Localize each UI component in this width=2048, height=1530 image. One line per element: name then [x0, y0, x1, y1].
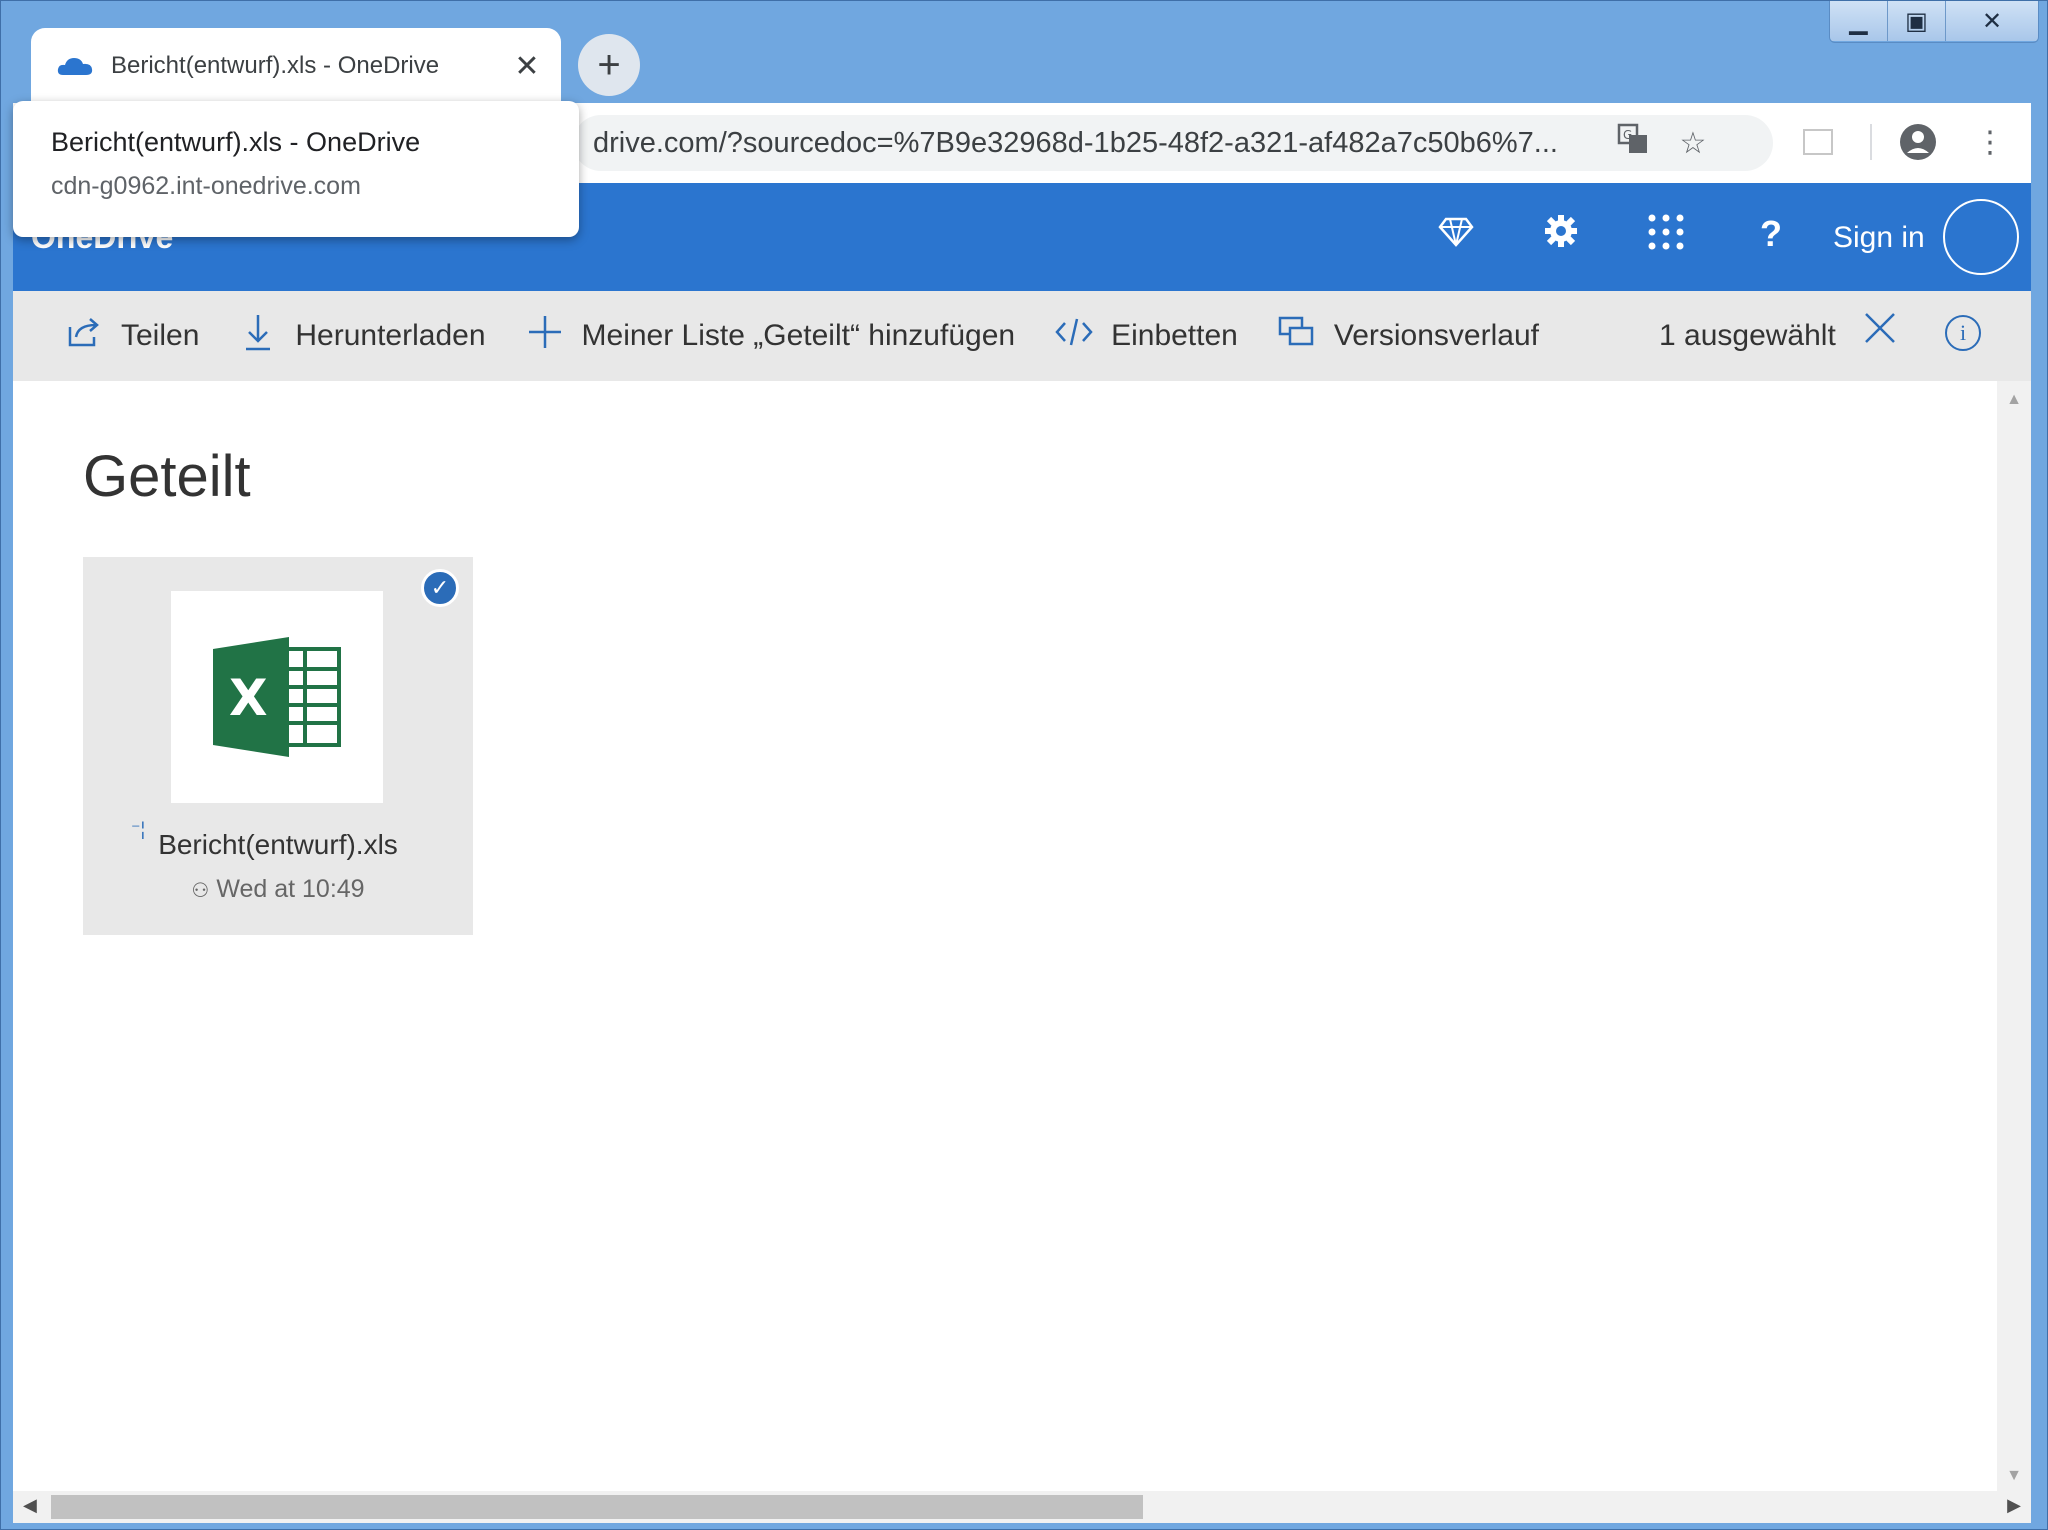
file-tile[interactable]: X ✓ ⁻¦ Bericht(entwurf).xls ⚇ Wed at 10:…	[83, 557, 473, 935]
translate-icon[interactable]: G	[1603, 123, 1663, 163]
browser-tab[interactable]: Bericht(entwurf).xls - OneDrive ✕	[31, 28, 561, 104]
add-to-shared-label: Meiner Liste „Geteilt“ hinzufügen	[581, 319, 1016, 352]
tab-hover-card: Bericht(entwurf).xls - OneDrive cdn-g096…	[13, 101, 579, 237]
file-thumbnail[interactable]: X	[171, 591, 383, 803]
version-history-icon	[1278, 316, 1316, 357]
menu-dots-icon[interactable]: ⋮	[1965, 117, 2015, 167]
clear-selection-icon[interactable]	[1863, 311, 1897, 355]
svg-text:X: X	[229, 669, 268, 727]
tab-title: Bericht(entwurf).xls - OneDrive	[111, 52, 440, 79]
bookmark-star-icon[interactable]: ☆	[1663, 126, 1723, 161]
info-icon[interactable]: i	[1945, 315, 1981, 351]
shared-people-icon: ⚇	[191, 880, 210, 902]
horizontal-scroll-thumb[interactable]	[51, 1495, 1143, 1519]
tab-close-icon[interactable]: ✕	[505, 49, 549, 84]
browser-window: ▁ ▣ ✕ Bericht(entwurf).xls - OneDrive ✕ …	[0, 0, 2048, 1530]
selection-count: 1 ausgewählt	[1659, 319, 1836, 352]
gear-icon[interactable]	[1536, 213, 1586, 258]
file-modified: ⚇ Wed at 10:49	[83, 875, 473, 904]
tab-strip-icon[interactable]	[1793, 117, 1843, 167]
scroll-left-icon[interactable]: ◀	[23, 1495, 37, 1516]
download-label: Herunterladen	[295, 319, 486, 352]
share-button[interactable]: Teilen	[65, 315, 199, 358]
help-icon[interactable]: ?	[1746, 213, 1796, 255]
share-label: Teilen	[121, 319, 200, 352]
page-title: Geteilt	[83, 444, 251, 509]
plus-icon	[526, 314, 564, 359]
hover-card-url: cdn-g0962.int-onedrive.com	[51, 172, 361, 200]
toolbar-divider	[1869, 117, 1873, 167]
selected-check-icon[interactable]: ✓	[421, 569, 459, 607]
add-to-shared-button[interactable]: Meiner Liste „Geteilt“ hinzufügen	[526, 314, 1016, 359]
sign-in-link[interactable]: Sign in	[1833, 221, 1925, 255]
embed-label: Einbetten	[1111, 319, 1238, 352]
hover-card-title: Bericht(entwurf).xls - OneDrive	[51, 127, 421, 157]
window-controls: ▁ ▣ ✕	[1829, 1, 2039, 43]
avatar[interactable]	[1943, 199, 2019, 275]
main-content: Geteilt X ✓ ⁻¦ Bericht(entwurf).xls ⚇ We…	[13, 381, 1997, 1491]
scroll-right-icon[interactable]: ▶	[2007, 1495, 2021, 1516]
horizontal-scrollbar[interactable]: ◀ ▶	[13, 1491, 2031, 1523]
minimize-button[interactable]: ▁	[1830, 1, 1888, 41]
address-url[interactable]: drive.com/?sourcedoc=%7B9e32968d-1b25-48…	[593, 127, 1603, 160]
close-window-button[interactable]: ✕	[1946, 1, 2038, 41]
embed-button[interactable]: Einbetten	[1055, 317, 1238, 356]
file-name[interactable]: Bericht(entwurf).xls	[83, 829, 473, 861]
download-button[interactable]: Herunterladen	[239, 313, 486, 360]
profile-icon[interactable]	[1893, 117, 1943, 167]
version-history-button[interactable]: Versionsverlauf	[1278, 316, 1539, 357]
version-history-label: Versionsverlauf	[1333, 319, 1539, 352]
maximize-button[interactable]: ▣	[1888, 1, 1946, 41]
download-icon	[239, 313, 277, 360]
diamond-icon[interactable]	[1431, 213, 1481, 258]
new-tab-button[interactable]: +	[578, 34, 640, 96]
file-modified-date: Wed at 10:49	[216, 875, 365, 903]
scroll-up-icon[interactable]: ▲	[1997, 391, 2031, 409]
vertical-scrollbar[interactable]: ▲ ▼	[1997, 381, 2031, 1491]
share-icon	[65, 315, 103, 358]
svg-text:G: G	[1623, 128, 1632, 142]
command-bar: Teilen Herunterladen Meiner Liste „Getei…	[13, 291, 2031, 381]
app-launcher-icon[interactable]	[1641, 213, 1691, 260]
scroll-down-icon[interactable]: ▼	[1997, 1467, 2031, 1485]
excel-icon: X	[213, 637, 341, 757]
address-bar[interactable]: drive.com/?sourcedoc=%7B9e32968d-1b25-48…	[573, 115, 1773, 171]
onedrive-cloud-icon	[57, 58, 93, 75]
code-icon	[1055, 317, 1093, 356]
